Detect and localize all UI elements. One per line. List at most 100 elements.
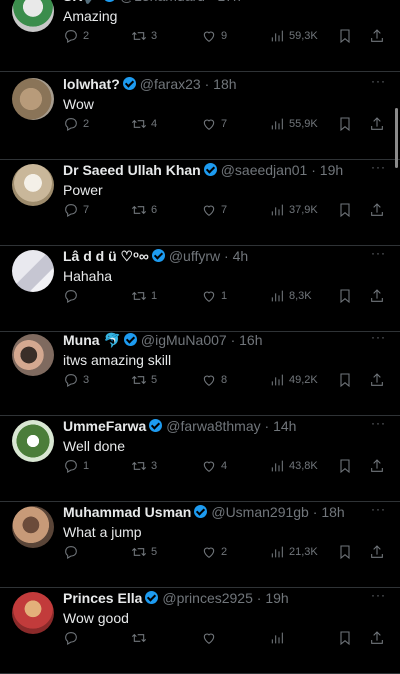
author-name[interactable]: Lâ d d ü ♡ᵒ∞ — [63, 248, 149, 264]
author-name[interactable]: Princes Ella — [63, 590, 142, 606]
share-button[interactable] — [369, 27, 385, 45]
tweet-item[interactable]: Muna 🐬 @igMuNa007 · 16h ··· itws amazing sk… — [0, 330, 400, 416]
timestamp[interactable]: 16h — [239, 332, 262, 348]
retweet-button[interactable]: 3 — [131, 27, 157, 45]
timestamp[interactable]: 4h — [233, 248, 249, 264]
bookmark-button[interactable] — [337, 287, 353, 305]
author-handle[interactable]: @farwa8thmay — [166, 418, 260, 434]
avatar[interactable] — [12, 506, 54, 548]
more-icon[interactable]: ··· — [371, 416, 386, 430]
like-button[interactable]: 4 — [201, 457, 227, 475]
reply-button[interactable] — [63, 543, 83, 561]
views-button[interactable]: 43,8K — [269, 457, 318, 475]
like-button[interactable]: 7 — [201, 201, 227, 219]
like-count: 9 — [221, 30, 228, 42]
author-name[interactable]: Dr Saeed Ullah Khan — [63, 162, 201, 178]
bookmark-button[interactable] — [337, 201, 353, 219]
avatar[interactable] — [12, 334, 54, 376]
author-name[interactable]: UmmeFarwa — [63, 418, 146, 434]
share-button[interactable] — [369, 115, 385, 133]
share-button[interactable] — [369, 457, 385, 475]
like-button[interactable]: 8 — [201, 371, 227, 389]
retweet-button[interactable]: 1 — [131, 287, 157, 305]
tweet-item[interactable]: Dr Saeed Ullah Khan @saeedjan01 · 19h ··· P… — [0, 160, 400, 246]
like-count: 7 — [221, 204, 228, 216]
avatar[interactable] — [12, 420, 54, 462]
author-name[interactable]: lolwhat? — [63, 76, 120, 92]
more-icon[interactable]: ··· — [371, 330, 386, 344]
like-button[interactable]: 7 — [201, 115, 227, 133]
more-icon[interactable]: ··· — [371, 74, 386, 88]
more-icon[interactable]: ··· — [371, 246, 386, 260]
reply-button[interactable]: 3 — [63, 371, 89, 389]
retweet-button[interactable]: 5 — [131, 371, 157, 389]
author-handle[interactable]: @uffyrw — [169, 248, 220, 264]
timestamp[interactable]: 18h — [321, 504, 344, 520]
timestamp[interactable]: 17h — [217, 0, 240, 4]
author-name[interactable]: Muhammad Usman — [63, 504, 191, 520]
timestamp[interactable]: 19h — [320, 162, 343, 178]
like-button[interactable]: 9 — [201, 27, 227, 45]
author-handle[interactable]: @princes2925 — [162, 590, 253, 606]
more-icon[interactable]: ··· — [371, 502, 386, 516]
retweet-button[interactable]: 3 — [131, 457, 157, 475]
bookmark-button[interactable] — [337, 543, 353, 561]
retweet-button[interactable]: 5 — [131, 543, 157, 561]
timestamp[interactable]: 19h — [265, 590, 288, 606]
author-handle[interactable]: @13hamdard — [120, 0, 205, 4]
avatar[interactable] — [12, 164, 54, 206]
author-handle[interactable]: @saeedjan01 — [221, 162, 308, 178]
views-button[interactable]: 49,2K — [269, 371, 318, 389]
like-button[interactable]: 1 — [201, 287, 227, 305]
views-button[interactable]: 37,9K — [269, 201, 318, 219]
retweet-button[interactable] — [131, 629, 151, 647]
share-button[interactable] — [369, 543, 385, 561]
views-button[interactable]: 21,3K — [269, 543, 318, 561]
avatar[interactable] — [12, 0, 54, 32]
avatar[interactable] — [12, 592, 54, 634]
more-icon[interactable]: ··· — [371, 588, 386, 602]
reply-button[interactable] — [63, 287, 83, 305]
reply-button[interactable]: 2 — [63, 115, 89, 133]
share-button[interactable] — [369, 629, 385, 647]
tweet-item[interactable]: Muhammad Usman @Usman291gb · 18h ··· What a… — [0, 502, 400, 588]
views-button[interactable] — [269, 629, 289, 647]
scrollbar[interactable] — [395, 108, 398, 168]
reply-button[interactable]: 2 — [63, 27, 89, 45]
avatar[interactable] — [12, 78, 54, 120]
share-button[interactable] — [369, 201, 385, 219]
reply-button[interactable]: 7 — [63, 201, 89, 219]
reply-button[interactable]: 1 — [63, 457, 89, 475]
bookmark-button[interactable] — [337, 27, 353, 45]
like-button[interactable] — [201, 629, 221, 647]
reply-button[interactable] — [63, 629, 83, 647]
views-button[interactable]: 55,9K — [269, 115, 318, 133]
bookmark-button[interactable] — [337, 457, 353, 475]
author-handle[interactable]: @igMuNa007 — [141, 332, 227, 348]
tweet-item[interactable]: lolwhat? @farax23 · 18h ··· Wow 2 4 7 55,9K — [0, 74, 400, 160]
tweet-item[interactable]: Lâ d d ü ♡ᵒ∞ @uffyrw · 4h ··· Hahaha 1 1 8,3K — [0, 246, 400, 332]
views-count: 43,8K — [289, 460, 318, 472]
retweet-button[interactable]: 6 — [131, 201, 157, 219]
views-button[interactable]: 59,3K — [269, 27, 318, 45]
author-handle[interactable]: @Usman291gb — [211, 504, 309, 520]
like-button[interactable]: 2 — [201, 543, 227, 561]
bookmark-button[interactable] — [337, 629, 353, 647]
author-handle[interactable]: @farax23 — [140, 76, 201, 92]
share-button[interactable] — [369, 287, 385, 305]
tweet-item[interactable]: Princes Ella @princes2925 · 19h ··· Wow goo… — [0, 588, 400, 674]
author-name[interactable]: SK✔️ — [63, 0, 100, 4]
tweet-item[interactable]: SK✔️@13hamdard · 17h···Amazing23959,3K — [0, 0, 400, 72]
views-button[interactable]: 8,3K — [269, 287, 312, 305]
timestamp[interactable]: 14h — [273, 418, 296, 434]
avatar[interactable] — [12, 250, 54, 292]
reply-count: 2 — [83, 118, 90, 130]
timestamp[interactable]: 18h — [213, 76, 236, 92]
bookmark-button[interactable] — [337, 115, 353, 133]
retweet-button[interactable]: 4 — [131, 115, 157, 133]
more-icon[interactable]: ··· — [371, 160, 386, 174]
bookmark-button[interactable] — [337, 371, 353, 389]
share-button[interactable] — [369, 371, 385, 389]
author-name[interactable]: Muna 🐬 — [63, 332, 121, 348]
tweet-item[interactable]: UmmeFarwa @farwa8thmay · 14h ··· Well done 1… — [0, 416, 400, 502]
